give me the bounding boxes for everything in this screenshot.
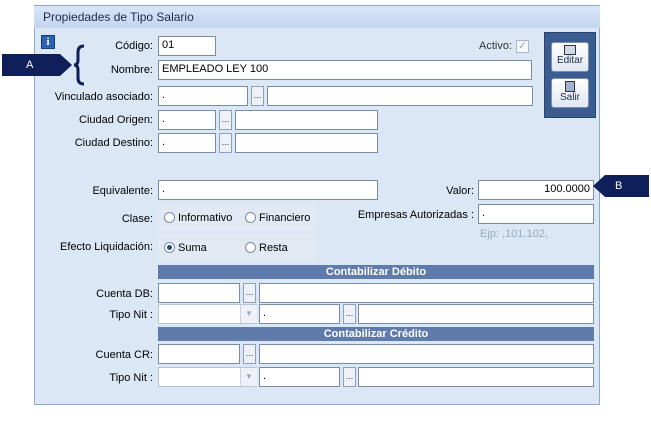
tipo-nit-cr-desc-field[interactable] bbox=[358, 367, 594, 387]
ciudad-destino-label: Ciudad Destino: bbox=[74, 137, 153, 149]
codigo-field[interactable]: 01 bbox=[158, 36, 216, 56]
valor-field[interactable]: 100.0000 bbox=[478, 180, 594, 200]
tipo-nit-cr-dropdown-icon[interactable]: ▼ bbox=[240, 368, 257, 386]
equivalente-field[interactable]: . bbox=[158, 180, 378, 200]
cuenta-db-field[interactable] bbox=[158, 283, 240, 303]
ciudad-origen-browse-button[interactable]: ... bbox=[219, 110, 232, 130]
credito-section-header: Contabilizar Crédito bbox=[158, 327, 594, 341]
tipo-nit-db-code-field[interactable]: . bbox=[259, 304, 340, 324]
window-title: Propiedades de Tipo Salario bbox=[43, 10, 194, 24]
vinculado-label: Vinculado asociado: bbox=[54, 91, 153, 103]
vinculado-browse-button[interactable]: ... bbox=[251, 86, 264, 106]
clase-financiero-radio[interactable] bbox=[245, 212, 256, 223]
tipo-nit-cr-browse-button[interactable]: ... bbox=[343, 367, 356, 387]
ciudad-origen-code-field[interactable]: . bbox=[158, 110, 216, 130]
cuenta-cr-browse-button[interactable]: ... bbox=[243, 344, 256, 364]
efecto-resta-label[interactable]: Resta bbox=[259, 242, 288, 254]
cuenta-db-browse-button[interactable]: ... bbox=[243, 283, 256, 303]
nombre-field[interactable]: EMPLEADO LEY 100 bbox=[158, 60, 532, 80]
ciudad-destino-code-field[interactable]: . bbox=[158, 133, 216, 153]
exit-door-icon bbox=[565, 81, 575, 92]
tipo-nit-cr-code-field[interactable]: . bbox=[259, 367, 340, 387]
callout-a-arrow bbox=[60, 54, 72, 76]
cuenta-db-desc-field[interactable] bbox=[259, 283, 594, 303]
codigo-label: Código: bbox=[115, 40, 153, 52]
tipo-nit-db-browse-button[interactable]: ... bbox=[343, 304, 356, 324]
vinculado-code-field[interactable]: . bbox=[158, 86, 248, 106]
clase-financiero-label[interactable]: Financiero bbox=[259, 212, 310, 224]
tipo-nit-cr-label: Tipo Nit : bbox=[109, 372, 153, 384]
callout-b: B bbox=[605, 175, 649, 197]
ciudad-origen-label: Ciudad Origen: bbox=[79, 114, 153, 126]
vinculado-desc-field[interactable] bbox=[267, 86, 533, 106]
salir-button[interactable]: Salir bbox=[551, 78, 589, 108]
clase-label: Clase: bbox=[121, 213, 153, 225]
editar-button-label: Editar bbox=[556, 55, 584, 66]
tipo-nit-db-dropdown-icon[interactable]: ▼ bbox=[240, 305, 257, 323]
cuenta-db-label: Cuenta DB: bbox=[96, 288, 153, 300]
clase-informativo-label[interactable]: Informativo bbox=[178, 212, 232, 224]
efecto-label: Efecto Liquidación: bbox=[60, 241, 153, 253]
activo-checkbox[interactable]: ✓ bbox=[516, 40, 529, 53]
tipo-nit-db-desc-field[interactable] bbox=[358, 304, 594, 324]
editar-button[interactable]: Editar bbox=[551, 42, 589, 72]
efecto-suma-label[interactable]: Suma bbox=[178, 242, 207, 254]
nombre-label: Nombre: bbox=[110, 64, 153, 76]
valor-label: Valor: bbox=[446, 185, 474, 197]
callout-b-arrow bbox=[593, 175, 605, 197]
cuenta-cr-field[interactable] bbox=[158, 344, 240, 364]
efecto-resta-radio[interactable] bbox=[245, 242, 256, 253]
callout-a: A bbox=[2, 54, 60, 76]
edit-icon bbox=[564, 45, 576, 55]
activo-label: Activo: bbox=[478, 40, 512, 52]
equivalente-label: Equivalente: bbox=[92, 185, 153, 197]
ciudad-destino-browse-button[interactable]: ... bbox=[219, 133, 232, 153]
empresas-label: Empresas Autorizadas : bbox=[357, 209, 474, 221]
cuenta-cr-desc-field[interactable] bbox=[259, 344, 594, 364]
salir-button-label: Salir bbox=[559, 92, 580, 103]
debito-section-header: Contabilizar Débito bbox=[158, 265, 594, 279]
ciudad-origen-desc-field[interactable] bbox=[235, 110, 378, 130]
cuenta-cr-label: Cuenta CR: bbox=[95, 349, 153, 361]
clase-informativo-radio[interactable] bbox=[164, 212, 175, 223]
efecto-suma-radio[interactable] bbox=[164, 242, 175, 253]
ciudad-destino-desc-field[interactable] bbox=[235, 133, 378, 153]
tipo-nit-db-label: Tipo Nit : bbox=[109, 309, 153, 321]
bracket-icon bbox=[73, 44, 85, 86]
empresas-field[interactable]: . bbox=[478, 204, 594, 224]
info-icon[interactable]: i bbox=[41, 35, 55, 49]
empresas-hint: Ejp: ,101,102, bbox=[480, 228, 548, 240]
